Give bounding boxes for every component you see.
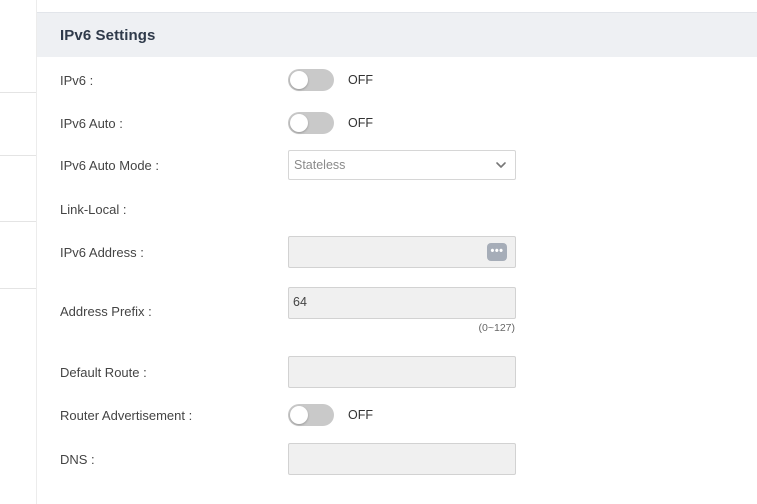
- dns-label: DNS :: [60, 452, 95, 467]
- default-route-label: Default Route :: [60, 365, 147, 380]
- ipv6-auto-mode-label: IPv6 Auto Mode :: [60, 158, 160, 173]
- toggle-knob: [290, 406, 308, 424]
- router-advertisement-label: Router Advertisement :: [60, 408, 193, 423]
- link-local-label: Link-Local :: [60, 202, 127, 217]
- ipv6-toggle-state: OFF: [348, 73, 373, 87]
- ipv6-auto-label: IPv6 Auto :: [60, 116, 123, 131]
- section-header: IPv6 Settings: [37, 12, 757, 57]
- toggle-knob: [290, 114, 308, 132]
- address-prefix-value: 64: [293, 295, 307, 309]
- sidebar-divider: [0, 92, 36, 93]
- sidebar-divider: [0, 221, 36, 222]
- ipv6-toggle[interactable]: [288, 69, 334, 91]
- more-dots-icon[interactable]: •••: [487, 243, 507, 261]
- dns-input[interactable]: [288, 443, 516, 475]
- router-advertisement-toggle[interactable]: [288, 404, 334, 426]
- sidebar-divider: [0, 155, 36, 156]
- ipv6-auto-toggle[interactable]: [288, 112, 334, 134]
- chevron-down-icon: [496, 162, 506, 168]
- left-sidebar: [0, 0, 36, 504]
- section-title: IPv6 Settings: [60, 27, 156, 44]
- ipv6-address-label: IPv6 Address :: [60, 245, 144, 260]
- toggle-knob: [290, 71, 308, 89]
- ipv6-auto-mode-select[interactable]: Stateless: [288, 150, 516, 180]
- default-route-input[interactable]: [288, 356, 516, 388]
- ipv6-label: IPv6 :: [60, 73, 94, 88]
- ipv6-auto-mode-value: Stateless: [294, 158, 346, 172]
- ipv6-settings-panel: IPv6 Settings IPv6 : OFF IPv6 Auto : OFF…: [37, 0, 757, 504]
- address-prefix-label: Address Prefix :: [60, 304, 152, 319]
- sidebar-divider: [0, 288, 36, 289]
- ipv6-address-input[interactable]: •••: [288, 236, 516, 268]
- ipv6-auto-toggle-state: OFF: [348, 116, 373, 130]
- address-prefix-range-hint: (0~127): [478, 322, 515, 334]
- address-prefix-input[interactable]: 64 (0~127): [288, 287, 516, 334]
- router-advertisement-toggle-state: OFF: [348, 408, 373, 422]
